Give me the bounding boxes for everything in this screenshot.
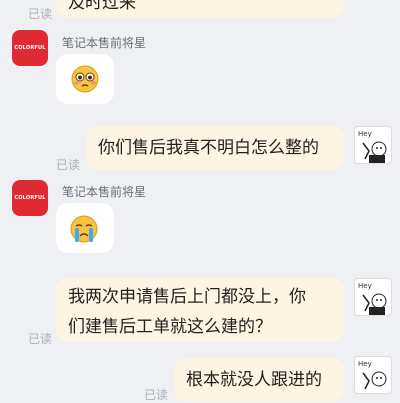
brand-avatar[interactable]: COLORFUL xyxy=(12,30,48,66)
cartoon-avatar-icon: Hey xyxy=(358,282,387,315)
sender-name: 笔记本售前将星 xyxy=(62,36,147,50)
message-bubble-emoji[interactable] xyxy=(56,203,114,253)
message-bubble-user[interactable]: 你们售后我真不明白怎么整的 xyxy=(86,126,344,170)
brand-logo-text: COLORFUL xyxy=(14,45,46,51)
read-status: 已读 xyxy=(56,158,81,172)
message-bubble-emoji[interactable] xyxy=(56,54,114,104)
message-text-line: 我两次申请售后上门都没上，你 xyxy=(68,287,306,307)
crying-face-emoji xyxy=(70,215,98,243)
message-text: 你们售后我真不明白怎么整的 xyxy=(98,138,319,158)
message-text: 及时过来 xyxy=(68,0,136,13)
message-text: 根本就没人跟进的 xyxy=(186,370,322,390)
brand-avatar[interactable]: COLORFUL xyxy=(12,180,48,216)
read-status: 已读 xyxy=(144,388,169,402)
read-status: 已读 xyxy=(28,332,53,346)
cartoon-avatar-icon: Hey xyxy=(358,130,387,163)
read-status: 已读 xyxy=(28,7,53,21)
svg-text:Hey: Hey xyxy=(358,130,372,138)
user-avatar[interactable]: Hey xyxy=(354,356,392,394)
svg-text:Hey: Hey xyxy=(358,282,372,290)
message-bubble-user[interactable]: 根本就没人跟进的 xyxy=(174,358,344,402)
svg-text:Hey: Hey xyxy=(358,360,372,368)
sender-name: 笔记本售前将星 xyxy=(62,185,147,199)
message-text-line: 们建售后工单就这么建的？ xyxy=(68,317,272,337)
cartoon-avatar-icon: Hey xyxy=(358,360,387,390)
flushed-face-emoji xyxy=(71,65,99,93)
user-avatar[interactable]: Hey xyxy=(354,278,392,316)
user-avatar[interactable]: Hey xyxy=(354,126,392,164)
message-bubble-user: 及时过来 xyxy=(56,0,344,18)
message-bubble-user[interactable]: 我两次申请售后上门都没上，你 们建售后工单就这么建的？ xyxy=(56,278,344,342)
brand-logo-text: COLORFUL xyxy=(14,195,46,201)
